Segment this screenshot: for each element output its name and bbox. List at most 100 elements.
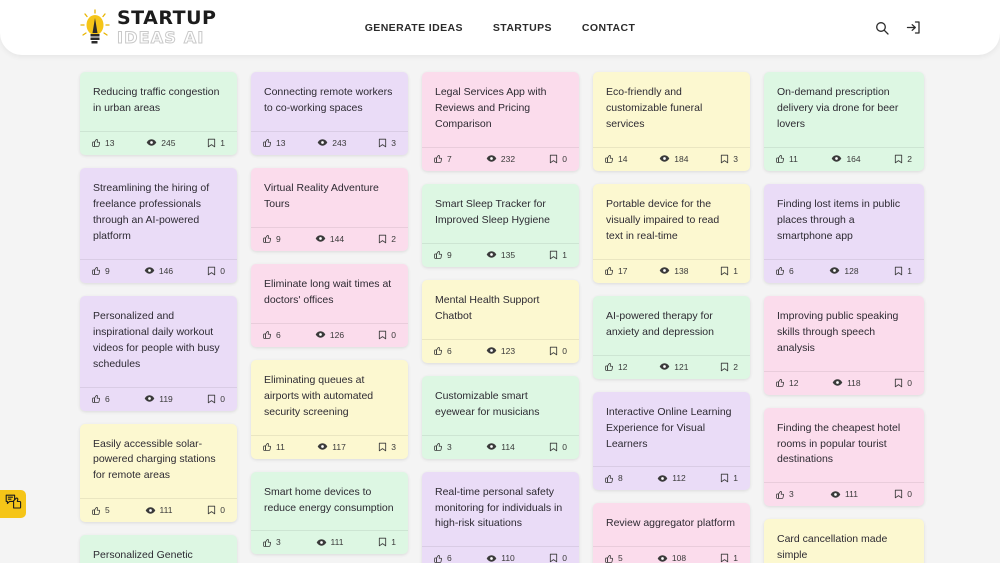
save-stat[interactable]: 1 [549, 250, 567, 260]
idea-card-stats: 5 111 0 [80, 498, 237, 522]
save-stat[interactable]: 0 [207, 266, 225, 276]
view-stat: 108 [657, 553, 686, 563]
idea-card[interactable]: Card cancellation made simple61051 [764, 519, 924, 563]
like-stat[interactable]: 8 [605, 473, 623, 483]
nav-startups[interactable]: STARTUPS [493, 22, 552, 34]
like-stat[interactable]: 7 [434, 154, 452, 164]
idea-card[interactable]: Customizable smart eyewear for musicians… [422, 375, 579, 459]
like-stat[interactable]: 3 [263, 537, 281, 547]
save-stat[interactable]: 0 [207, 505, 225, 515]
nav-contact[interactable]: CONTACT [582, 22, 635, 34]
idea-card[interactable]: On-demand prescription delivery via dron… [764, 72, 924, 171]
eye-icon [144, 266, 155, 275]
search-icon[interactable] [873, 19, 891, 37]
like-stat[interactable]: 6 [776, 266, 794, 276]
like-stat[interactable]: 11 [263, 442, 285, 452]
idea-card[interactable]: Finding the cheapest hotel rooms in popu… [764, 407, 924, 507]
like-stat[interactable]: 6 [263, 330, 281, 340]
eye-icon [144, 394, 155, 403]
save-count: 3 [391, 137, 396, 148]
save-stat[interactable]: 3 [378, 138, 396, 148]
idea-card[interactable]: Interactive Online Learning Experience f… [593, 391, 750, 491]
like-stat[interactable]: 9 [434, 250, 452, 260]
like-stat[interactable]: 6 [434, 346, 452, 356]
save-stat[interactable]: 1 [720, 266, 738, 276]
like-stat[interactable]: 13 [92, 138, 114, 148]
feedback-widget-button[interactable] [0, 490, 26, 518]
like-stat[interactable]: 9 [92, 266, 110, 276]
save-stat[interactable]: 1 [720, 473, 738, 483]
idea-card[interactable]: Improving public speaking skills through… [764, 295, 924, 395]
save-stat[interactable]: 0 [549, 442, 567, 452]
idea-card[interactable]: Smart home devices to reduce energy cons… [251, 471, 408, 555]
idea-card[interactable]: Real-time personal safety monitoring for… [422, 471, 579, 563]
view-count: 119 [159, 393, 173, 404]
like-stat[interactable]: 17 [605, 266, 627, 276]
idea-card[interactable]: AI-powered therapy for anxiety and depre… [593, 295, 750, 379]
save-stat[interactable]: 0 [207, 394, 225, 404]
like-stat[interactable]: 12 [776, 378, 798, 388]
view-count: 110 [501, 553, 515, 563]
save-stat[interactable]: 0 [549, 154, 567, 164]
idea-card[interactable]: Personalized and inspirational daily wor… [80, 295, 237, 411]
idea-card[interactable]: Review aggregator platform 5 108 1 [593, 503, 750, 563]
like-stat[interactable]: 5 [605, 553, 623, 563]
board-column: Legal Services App with Reviews and Pric… [422, 72, 579, 563]
save-stat[interactable]: 3 [378, 442, 396, 452]
save-stat[interactable]: 2 [378, 234, 396, 244]
idea-card[interactable]: Legal Services App with Reviews and Pric… [422, 72, 579, 171]
like-stat[interactable]: 12 [605, 362, 627, 372]
thumbs-up-icon [434, 554, 443, 563]
site-logo[interactable]: STARTUP IDEAS AI [80, 9, 216, 47]
save-stat[interactable]: 1 [720, 553, 738, 563]
save-stat[interactable]: 0 [549, 346, 567, 356]
login-icon[interactable] [904, 19, 922, 37]
like-stat[interactable]: 3 [776, 489, 794, 499]
view-count: 111 [159, 505, 173, 516]
nav-generate-ideas[interactable]: GENERATE IDEAS [365, 22, 463, 34]
like-stat[interactable]: 3 [434, 442, 452, 452]
idea-card[interactable]: Smart Sleep Tracker for Improved Sleep H… [422, 183, 579, 267]
idea-card-stats: 9 146 0 [80, 258, 237, 283]
save-stat[interactable]: 2 [720, 362, 738, 372]
idea-card[interactable]: Virtual Reality Adventure Tours 9 144 2 [251, 167, 408, 251]
like-stat[interactable]: 11 [776, 154, 798, 164]
like-stat[interactable]: 13 [263, 138, 285, 148]
idea-card[interactable]: Streamlining the hiring of freelance pro… [80, 167, 237, 283]
save-count: 2 [907, 153, 912, 164]
idea-card[interactable]: Eliminate long wait times at doctors' of… [251, 263, 408, 347]
save-stat[interactable]: 1 [894, 266, 912, 276]
idea-card[interactable]: Finding lost items in public places thro… [764, 183, 924, 283]
like-count: 13 [276, 137, 286, 148]
save-stat[interactable]: 1 [378, 537, 396, 547]
idea-card-stats: 7 232 0 [422, 146, 579, 171]
save-count: 3 [733, 153, 738, 164]
like-stat[interactable]: 14 [605, 154, 627, 164]
save-stat[interactable]: 0 [549, 553, 567, 563]
idea-card[interactable]: Portable device for the visually impaire… [593, 183, 750, 283]
like-stat[interactable]: 6 [92, 394, 110, 404]
like-stat[interactable]: 6 [434, 553, 452, 563]
idea-card[interactable]: Eco-friendly and customizable funeral se… [593, 72, 750, 171]
idea-card[interactable]: Mental Health Support Chatbot 6 123 0 [422, 279, 579, 363]
header-actions [873, 19, 922, 37]
save-count: 0 [907, 377, 912, 388]
like-stat[interactable]: 9 [263, 234, 281, 244]
bookmark-icon [549, 250, 558, 260]
save-stat[interactable]: 0 [894, 489, 912, 499]
idea-card[interactable]: Eliminating queues at airports with auto… [251, 359, 408, 459]
save-stat[interactable]: 2 [894, 154, 912, 164]
save-stat[interactable]: 0 [894, 378, 912, 388]
idea-card[interactable]: Connecting remote workers to co-working … [251, 72, 408, 155]
save-count: 1 [733, 473, 738, 484]
thumbs-up-icon [776, 154, 785, 164]
idea-card[interactable]: Reducing traffic congestion in urban are… [80, 72, 237, 155]
idea-card[interactable]: Easily accessible solar-powered charging… [80, 423, 237, 523]
like-stat[interactable]: 5 [92, 505, 110, 515]
save-stat[interactable]: 0 [378, 330, 396, 340]
save-stat[interactable]: 1 [207, 138, 225, 148]
idea-card[interactable]: Personalized Genetic Counseling for Heal… [80, 535, 237, 563]
idea-card-title: Eliminate long wait times at doctors' of… [264, 277, 392, 306]
save-stat[interactable]: 3 [720, 154, 738, 164]
thumbs-up-icon [92, 506, 101, 515]
